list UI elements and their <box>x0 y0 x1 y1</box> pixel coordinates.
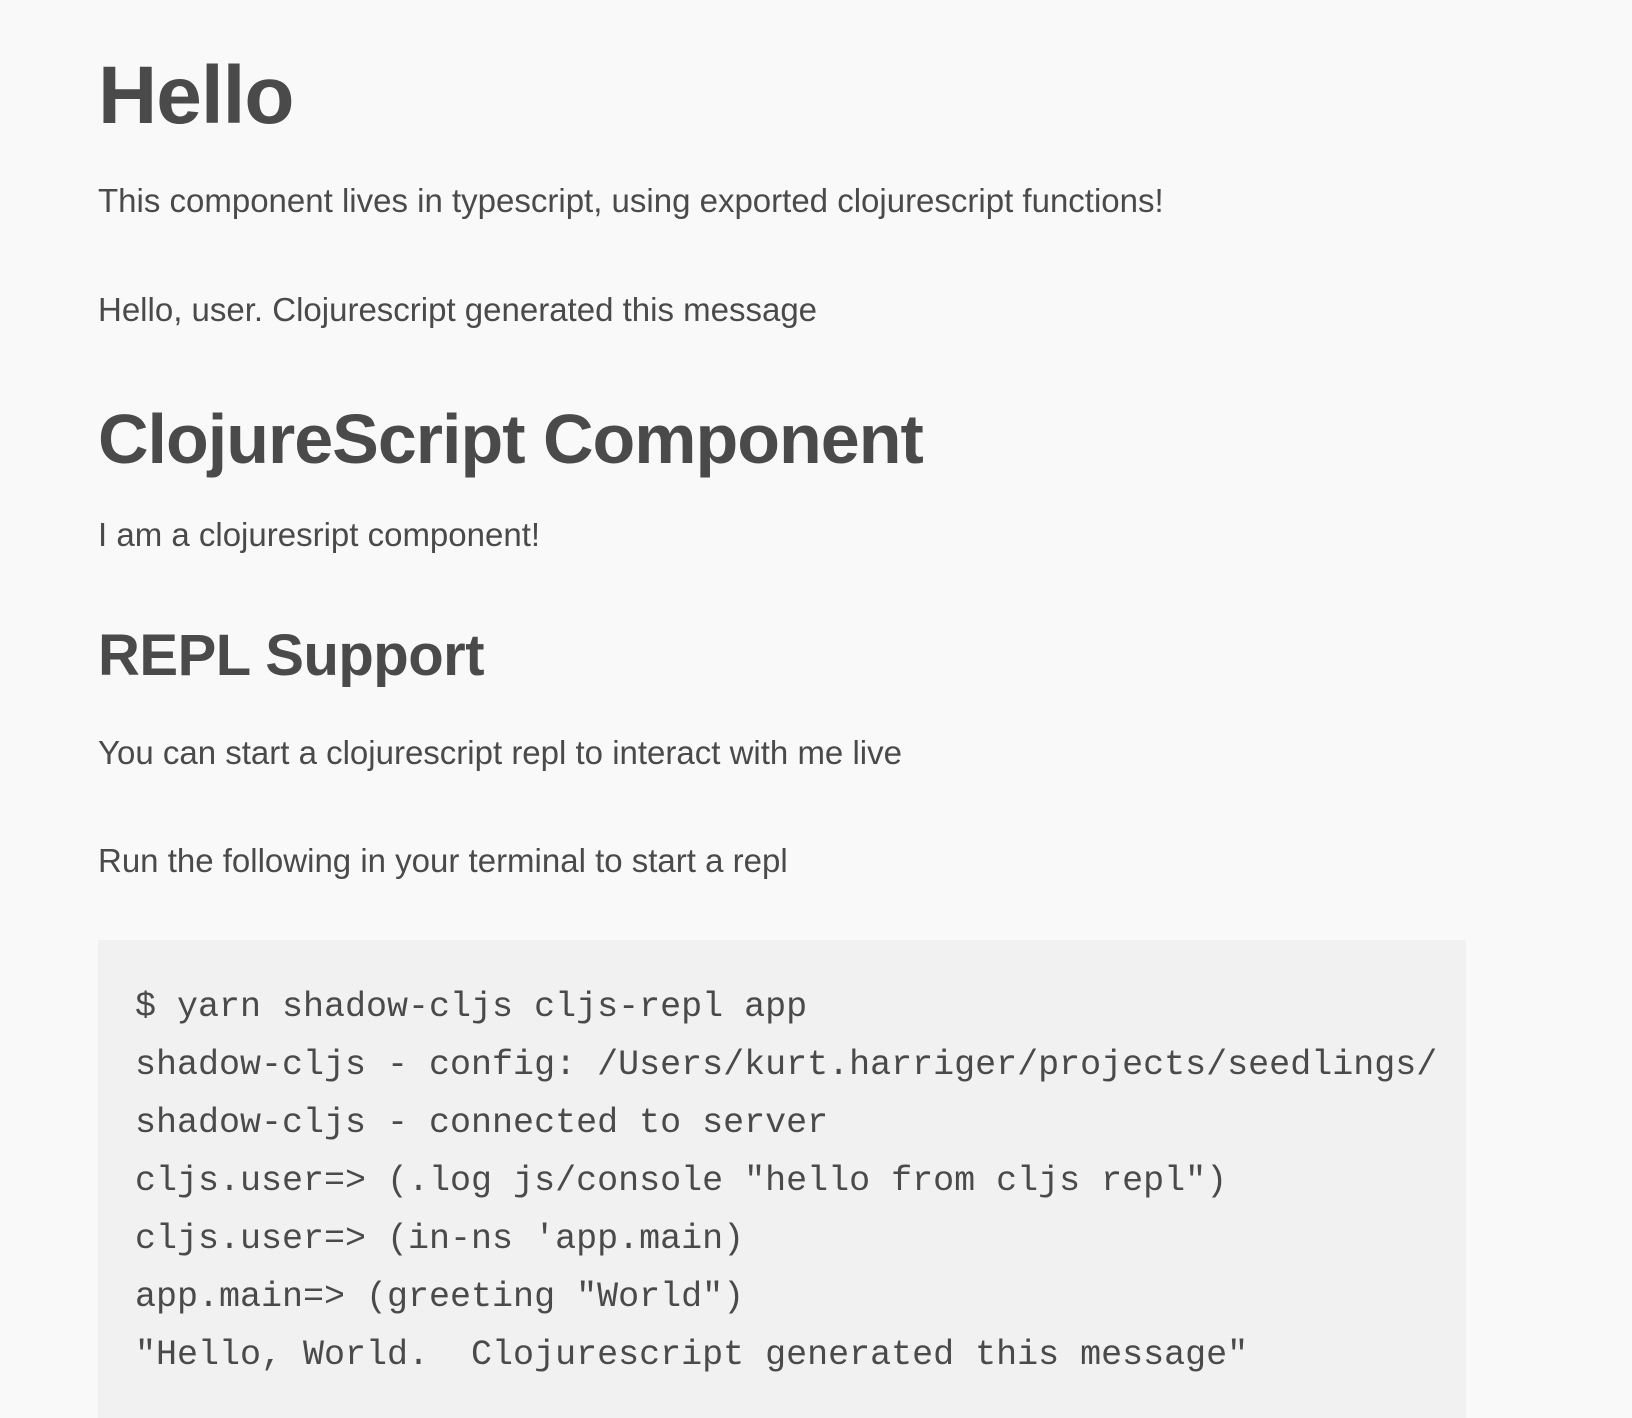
code-line: app.main=> (greeting "World") <box>135 1277 745 1317</box>
code-block: $ yarn shadow-cljs cljs-repl app shadow-… <box>98 940 1466 1418</box>
repl-description: You can start a clojurescript repl to in… <box>98 734 902 771</box>
code-line: shadow-cljs - connected to server <box>135 1103 829 1143</box>
greeting-message: Hello, user. Clojurescript generated thi… <box>98 291 818 328</box>
repl-support-heading: REPL Support <box>98 623 485 688</box>
terminal-instruction: Run the following in your terminal to st… <box>98 842 788 879</box>
code-line: shadow-cljs - config: /Users/kurt.harrig… <box>135 1045 1438 1085</box>
hello-heading: Hello <box>98 50 294 141</box>
component-description: I am a clojuresript component! <box>98 516 541 553</box>
code-line: cljs.user=> (.log js/console "hello from… <box>135 1161 1228 1201</box>
code-line: "Hello, World. Clojurescript generated t… <box>135 1335 1249 1375</box>
clojurescript-component-heading: ClojureScript Component <box>98 400 924 478</box>
intro-text: This component lives in typescript, usin… <box>98 182 1164 219</box>
code-line: $ yarn shadow-cljs cljs-repl app <box>135 987 808 1027</box>
page: Hello This component lives in typescript… <box>0 0 1632 1418</box>
code-line: cljs.user=> (in-ns 'app.main) <box>135 1219 745 1259</box>
